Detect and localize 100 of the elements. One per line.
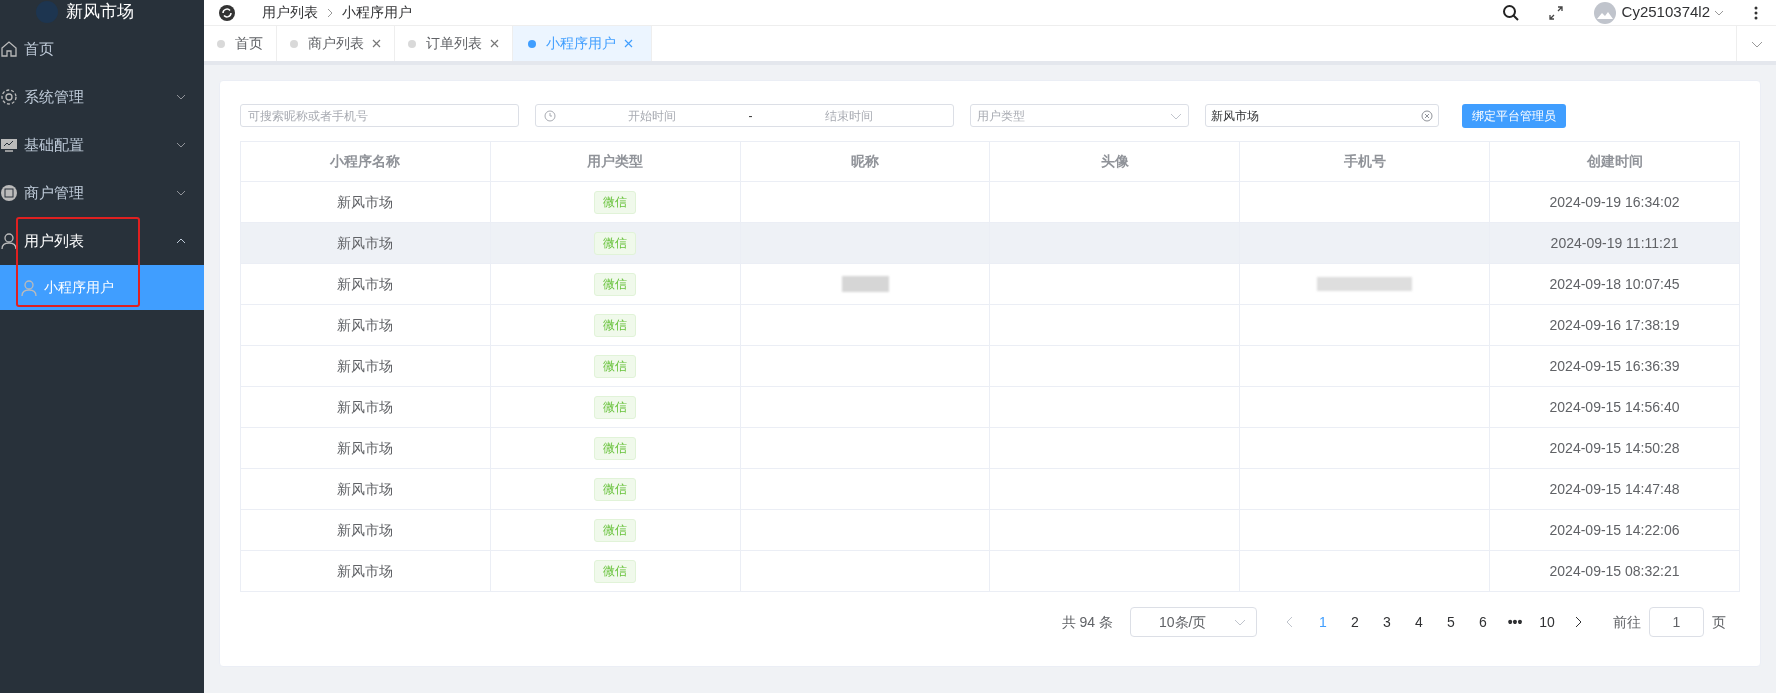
page-number[interactable]: 6 (1467, 611, 1499, 633)
table-cell: 新风市场 (241, 264, 491, 304)
sidebar-label: 首页 (24, 38, 55, 59)
table-cell: 新风市场 (241, 223, 491, 263)
table-cell-text: 2024-09-15 14:22:06 (1548, 520, 1681, 540)
user-icon (0, 232, 18, 250)
user-type-tag: 微信 (594, 559, 637, 583)
chevron-down-icon (176, 140, 186, 150)
tab-label: 首页 (235, 34, 263, 53)
user-type-tag: 微信 (594, 395, 637, 419)
page-number[interactable]: 4 (1403, 611, 1435, 633)
table-cell-text: 2024-09-15 14:50:28 (1548, 438, 1681, 458)
chevron-down-icon (176, 92, 186, 102)
user-type-tag: 微信 (594, 354, 637, 378)
user-name[interactable]: Cy2510374l2 (1621, 1, 1710, 24)
table-row[interactable]: 新风市场 微信 2024-09-18 10:07:45 (241, 264, 1739, 305)
breadcrumb-item[interactable]: 小程序用户 (342, 2, 412, 23)
refresh-icon[interactable] (218, 3, 236, 22)
date-range-field[interactable]: 开始时间 - 结束时间 (535, 104, 954, 127)
home-icon (0, 40, 18, 58)
close-icon[interactable] (372, 39, 381, 48)
goto-suffix: 页 (1712, 612, 1726, 632)
table-cell-text: 2024-09-15 14:47:48 (1548, 479, 1681, 499)
sidebar-item[interactable]: 用户列表 (0, 217, 204, 265)
column-header: 手机号 (1240, 142, 1491, 181)
column-header: 头像 (990, 142, 1241, 181)
sidebar-label: 系统管理 (24, 86, 85, 107)
close-icon[interactable] (490, 39, 499, 48)
sidebar-item[interactable]: 商户管理 (0, 169, 204, 217)
field-value: 新风市场 (1211, 107, 1260, 125)
table-cell-text: 2024-09-15 16:36:39 (1548, 356, 1681, 376)
tab[interactable]: 商户列表 (277, 26, 395, 61)
table-row[interactable]: 新风市场 微信 2024-09-15 14:22:06 (241, 510, 1739, 551)
tab-label: 订单列表 (426, 34, 482, 53)
page-size-select[interactable]: 10条/页 (1130, 607, 1257, 637)
chevron-up-icon (176, 236, 186, 246)
user-type-tag: 微信 (594, 477, 637, 501)
goto-page-field[interactable]: 1 (1649, 607, 1704, 637)
table-row[interactable]: 新风市场 微信 2024-09-15 14:47:48 (241, 469, 1739, 510)
table-row[interactable]: 新风市场 微信 2024-09-15 08:32:21 (241, 551, 1739, 592)
table-row[interactable]: 新风市场 微信 2024-09-19 11:11:21 (241, 223, 1739, 264)
tab[interactable]: 首页 (204, 26, 277, 61)
table-cell: 新风市场 (241, 469, 491, 509)
user-icon (20, 278, 38, 297)
page-number[interactable]: 2 (1339, 611, 1371, 633)
page-ellipsis[interactable]: ••• (1499, 611, 1531, 633)
table-row[interactable]: 新风市场 微信 2024-09-15 14:56:40 (241, 387, 1739, 428)
table-cell-text: 2024-09-15 08:32:21 (1548, 561, 1681, 581)
page-number[interactable]: 10 (1531, 611, 1563, 633)
chevron-down-icon (176, 188, 186, 198)
table-cell-text: 2024-09-16 17:38:19 (1548, 315, 1681, 335)
app-name-field[interactable]: 新风市场 (1205, 104, 1439, 127)
select-value: 10条/页 (1159, 612, 1208, 632)
sidebar-label: 商户管理 (24, 182, 85, 203)
table-row[interactable]: 新风市场 微信 2024-09-19 16:34:02 (241, 182, 1739, 223)
search-icon[interactable] (1501, 3, 1520, 22)
sidebar-item[interactable]: 系统管理 (0, 73, 204, 121)
tab-label: 小程序用户 (546, 34, 616, 53)
sidebar-label: 用户列表 (24, 230, 85, 251)
sidebar-item[interactable]: 基础配置 (0, 121, 204, 169)
breadcrumb-item[interactable]: 用户列表 (262, 2, 318, 23)
user-type-tag: 微信 (594, 190, 637, 214)
end-date-placeholder: 结束时间 (823, 107, 874, 125)
user-type-tag: 微信 (594, 231, 637, 255)
table-cell: 新风市场 (241, 346, 491, 386)
user-type-tag: 微信 (594, 436, 637, 460)
table-cell-text: 2024-09-18 10:07:45 (1548, 274, 1681, 294)
close-icon[interactable] (624, 39, 633, 48)
select-placeholder: 用户类型 (977, 107, 1026, 125)
tab-label: 商户列表 (308, 34, 364, 53)
column-header: 昵称 (740, 142, 991, 181)
column-header: 小程序名称 (241, 142, 491, 181)
page-number[interactable]: 5 (1435, 611, 1467, 633)
table-cell-text: 2024-09-19 11:11:21 (1549, 233, 1680, 253)
table-cell: 新风市场 (241, 305, 491, 345)
total-count: 共 94 条 (1061, 612, 1113, 632)
sidebar-label: 基础配置 (24, 134, 85, 155)
fullscreen-icon[interactable] (1547, 4, 1564, 21)
table-cell: 新风市场 (241, 551, 491, 591)
table-row[interactable]: 新风市场 微信 2024-09-15 14:50:28 (241, 428, 1739, 469)
table-row[interactable]: 新风市场 微信 2024-09-15 16:36:39 (241, 346, 1739, 387)
clear-icon[interactable] (1421, 109, 1433, 122)
gear-icon (0, 88, 18, 106)
date-separator: - (748, 107, 753, 125)
column-header: 创建时间 (1585, 152, 1644, 171)
next-page-icon[interactable] (1573, 616, 1583, 628)
table-cell: 新风市场 (241, 510, 491, 550)
chevron-right-icon (326, 7, 334, 18)
sidebar-label: 小程序用户 (44, 278, 114, 297)
start-date-placeholder: 开始时间 (627, 107, 678, 125)
table-cell: 新风市场 (241, 387, 491, 427)
table-cell: 新风市场 (241, 182, 491, 222)
sidebar-item[interactable]: 首页 (0, 25, 204, 73)
user-type-tag: 微信 (594, 272, 637, 296)
search-field[interactable]: 可搜索昵称或者手机号 (240, 104, 519, 127)
more-icon[interactable] (1754, 5, 1758, 20)
table-row[interactable]: 新风市场 微信 2024-09-16 17:38:19 (241, 305, 1739, 346)
user-type-tag: 微信 (594, 518, 637, 542)
page-number[interactable]: 3 (1371, 611, 1403, 633)
clock-icon (544, 109, 556, 122)
